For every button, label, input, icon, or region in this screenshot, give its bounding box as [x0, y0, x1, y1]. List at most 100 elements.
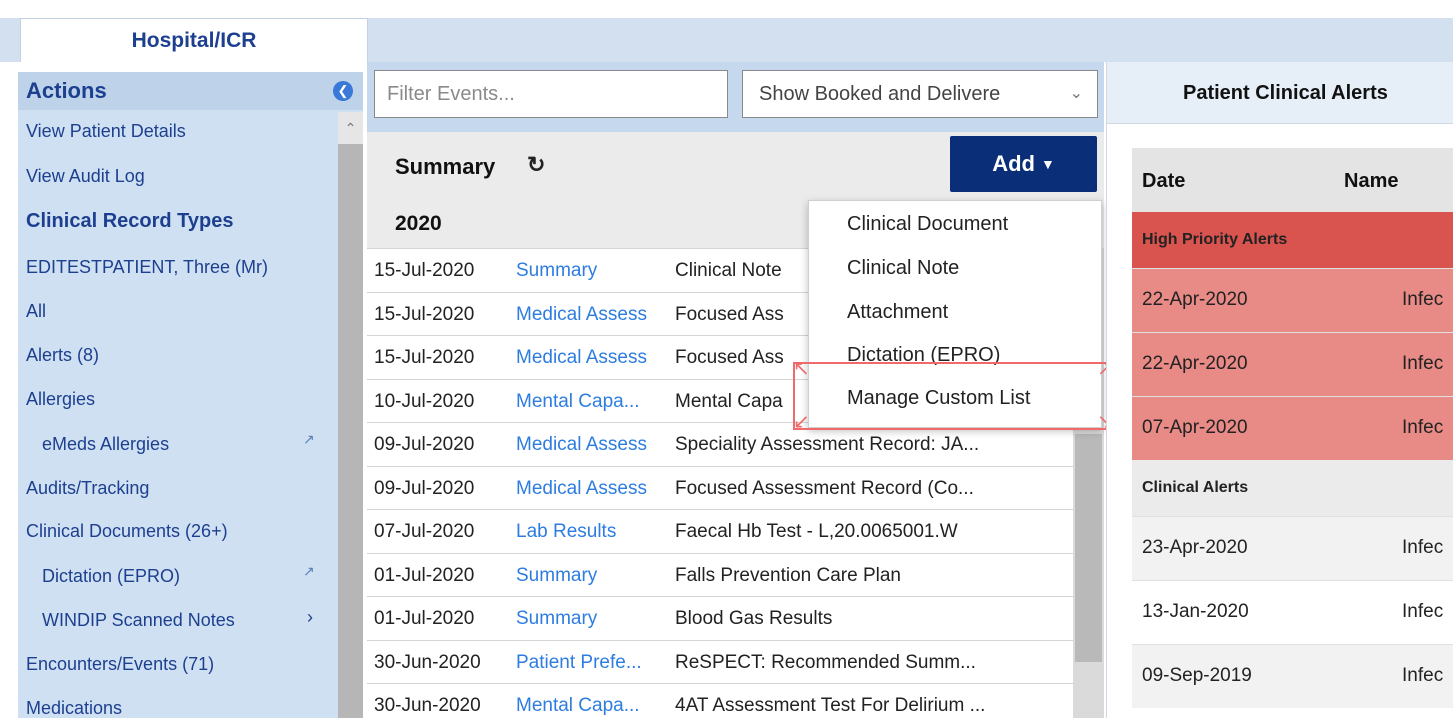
event-date: 10-Jul-2020 [374, 390, 475, 412]
event-type-link[interactable]: Medical Assess [516, 434, 666, 456]
chevron-down-icon: ⌄ [1069, 85, 1083, 102]
event-date: 09-Jul-2020 [374, 434, 475, 455]
refresh-icon[interactable]: ↻ [527, 152, 545, 178]
event-date: 07-Jul-2020 [374, 521, 475, 542]
event-type-link[interactable]: Medical Assess [516, 347, 666, 369]
event-row[interactable]: 01-Jul-2020 Summary Falls Prevention Care … [367, 552, 1073, 596]
alert-date: 09-Sep-2019 [1142, 665, 1252, 686]
alert-row[interactable]: 23-Apr-2020 Infec [1132, 516, 1453, 580]
summary-title: Summary [395, 154, 496, 179]
alert-date: 23-Apr-2020 [1142, 537, 1248, 558]
arrow-bottom-left-icon: ↙ [793, 411, 810, 433]
event-row[interactable]: 30-Jun-2020 Patient Prefe... ReSPECT: Reco… [367, 639, 1073, 683]
sidebar-item-alerts[interactable]: Alerts (8) [26, 342, 99, 368]
event-type-link[interactable]: Summary [516, 608, 666, 630]
external-link-icon[interactable]: ↗ [303, 563, 315, 580]
alert-row[interactable]: 22-Apr-2020 Infec [1132, 332, 1453, 396]
menu-item-clinical-note[interactable]: Clinical Note [847, 257, 959, 280]
event-date: 15-Jul-2020 [374, 303, 475, 325]
events-scroll-thumb[interactable] [1075, 434, 1102, 662]
event-type-link[interactable]: Mental Capa... [516, 391, 666, 413]
year-group-label: 2020 [395, 212, 442, 235]
sidebar-item-all[interactable]: All [26, 298, 46, 324]
event-row[interactable]: 07-Jul-2020 Lab Results Faecal Hb Test - L… [367, 509, 1073, 553]
sidebar-section-clinical-record-types: Clinical Record Types [26, 210, 234, 232]
sidebar-item-view-audit-log[interactable]: View Audit Log [26, 163, 145, 189]
sidebar-item-encounters-events[interactable]: Encounters/Events (71) [26, 651, 214, 677]
alert-row[interactable]: 13-Jan-2020 Infec [1132, 580, 1453, 644]
sidebar-item-view-patient-details[interactable]: View Patient Details [26, 118, 186, 144]
clinical-alerts-header: Clinical Alerts [1132, 460, 1453, 516]
event-description: Focused Assessment Record (Co... [675, 477, 974, 499]
alert-row[interactable]: 07-Apr-2020 Infec [1132, 396, 1453, 460]
alert-row[interactable]: 09-Sep-2019 Infec [1132, 644, 1453, 708]
alert-name: Infec [1402, 417, 1444, 438]
sidebar-item-audits-tracking[interactable]: Audits/Tracking [26, 475, 149, 501]
alert-name: Infec [1402, 601, 1444, 622]
actions-sidebar: Actions ❮ ⌃ View Patient Details View Au… [18, 72, 363, 718]
alert-date: 07-Apr-2020 [1142, 417, 1248, 438]
alerts-table: Date Name High Priority Alerts 22-Apr-20… [1132, 148, 1453, 708]
event-description: Blood Gas Results [675, 608, 833, 629]
external-link-icon[interactable]: ↗ [303, 431, 315, 448]
event-date: 30-Jun-2020 [374, 651, 481, 673]
event-description: Falls Prevention Care Plan [675, 564, 901, 586]
filter-events-input[interactable] [374, 70, 728, 118]
sidebar-item-allergies[interactable]: Allergies [26, 386, 95, 412]
alert-name: Infec [1402, 289, 1444, 310]
high-priority-header: High Priority Alerts [1132, 212, 1453, 268]
menu-item-clinical-document[interactable]: Clinical Document [847, 213, 1008, 236]
sidebar-scrollbar[interactable] [338, 112, 363, 718]
col-date-header[interactable]: Date [1142, 170, 1185, 193]
highlight-frame [793, 362, 1115, 430]
sidebar-item-medications[interactable]: Medications [26, 695, 122, 718]
col-name-header[interactable]: Name [1344, 170, 1398, 193]
sidebar-item-clinical-documents[interactable]: Clinical Documents (26+) [26, 518, 228, 544]
add-button[interactable]: Add ▼ [950, 136, 1097, 192]
sidebar-item-dictation-epro[interactable]: Dictation (EPRO) [42, 563, 180, 589]
event-type-link[interactable]: Lab Results [516, 521, 666, 543]
clinical-alerts-panel: Patient Clinical Alerts Date Name High P… [1106, 62, 1453, 718]
alerts-panel-title: Patient Clinical Alerts [1107, 62, 1453, 124]
alert-date: 13-Jan-2020 [1142, 601, 1249, 622]
top-spacer [0, 0, 1453, 18]
event-type-link[interactable]: Medical Assess [516, 478, 666, 500]
show-select-value: Show Booked and Delivere [759, 83, 1001, 105]
event-type-link[interactable]: Medical Assess [516, 304, 666, 326]
event-row[interactable]: 30-Jun-2020 Mental Capa... 4AT Assessment … [367, 683, 1073, 718]
sidebar-item-emeds-allergies[interactable]: eMeds Allergies [42, 431, 169, 457]
event-description: 4AT Assessment Test For Delirium ... [675, 695, 986, 716]
alert-name: Infec [1402, 537, 1444, 558]
alert-date: 22-Apr-2020 [1142, 289, 1248, 310]
event-date: 01-Jul-2020 [374, 564, 475, 586]
event-description: Speciality Assessment Record: JA... [675, 434, 980, 455]
tab-hospital-icr[interactable]: Hospital/ICR [20, 18, 368, 62]
alerts-table-header: Date Name [1132, 148, 1453, 212]
event-date: 15-Jul-2020 [374, 347, 475, 368]
alert-row[interactable]: 22-Apr-2020 Infec [1132, 268, 1453, 332]
event-date: 09-Jul-2020 [374, 477, 475, 499]
event-type-link[interactable]: Summary [516, 260, 666, 282]
event-description: ReSPECT: Recommended Summ... [675, 651, 976, 673]
menu-item-attachment[interactable]: Attachment [847, 301, 948, 324]
alert-date: 22-Apr-2020 [1142, 353, 1248, 374]
sidebar-item-patient[interactable]: EDITESTPATIENT, Three (Mr) [26, 254, 268, 280]
event-date: 01-Jul-2020 [374, 608, 475, 629]
event-date: 30-Jun-2020 [374, 695, 481, 716]
collapse-left-icon[interactable]: ❮ [333, 81, 353, 101]
caret-down-icon: ▼ [1040, 156, 1055, 172]
sidebar-item-windip-scanned-notes[interactable]: WINDIP Scanned Notes [42, 607, 235, 633]
event-description: Faecal Hb Test - L,20.0065001.W [675, 521, 958, 542]
event-row[interactable]: 01-Jul-2020 Summary Blood Gas Results [367, 596, 1073, 640]
show-booked-select[interactable]: Show Booked and Delivere ⌄ [742, 70, 1098, 118]
sidebar-scroll-up-icon[interactable]: ⌃ [338, 112, 363, 144]
arrow-top-left-icon: ↖ [793, 358, 810, 380]
event-type-link[interactable]: Patient Prefe... [516, 652, 666, 674]
event-type-link[interactable]: Summary [516, 565, 666, 587]
chevron-right-icon[interactable]: › [307, 607, 313, 628]
add-button-label: Add [992, 151, 1035, 176]
alert-name: Infec [1402, 665, 1444, 686]
sidebar-title: Actions [26, 78, 107, 103]
event-row[interactable]: 09-Jul-2020 Medical Assess Focused Assessm… [367, 465, 1073, 509]
event-type-link[interactable]: Mental Capa... [516, 695, 666, 717]
